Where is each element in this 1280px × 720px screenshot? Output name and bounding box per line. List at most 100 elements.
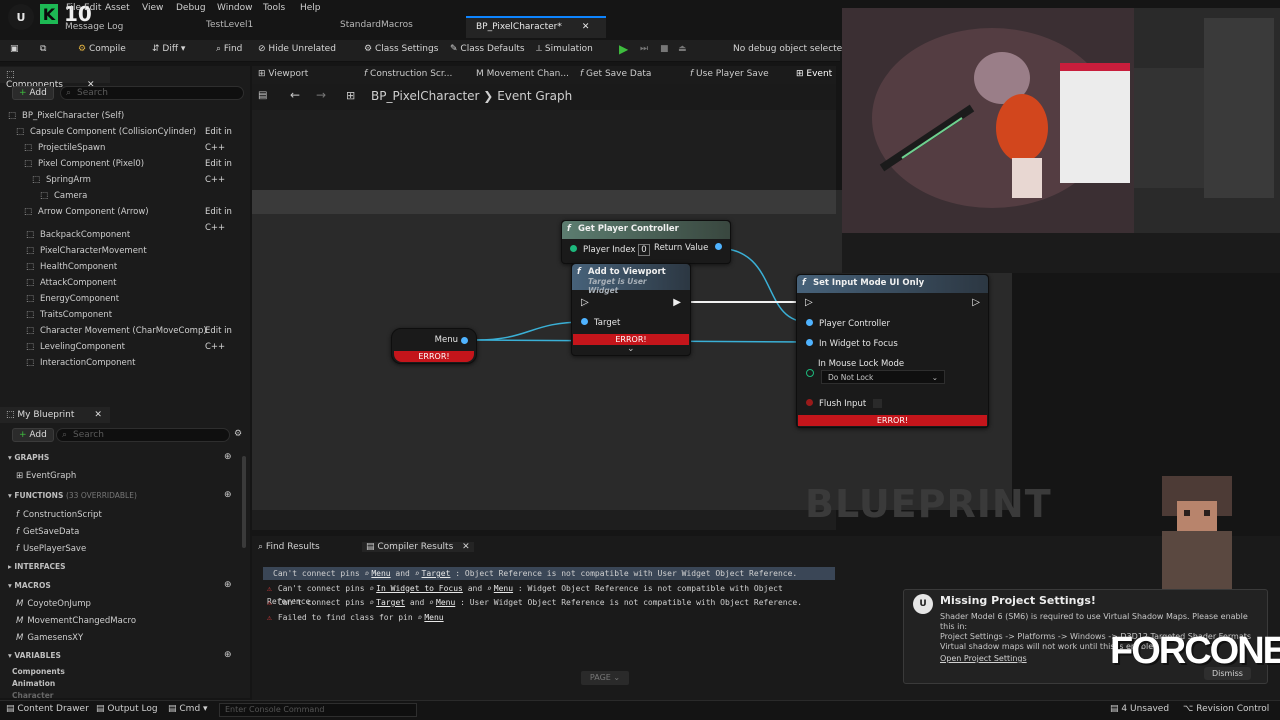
- wire-menu-target: [475, 321, 585, 341]
- set-input-mode-title: Set Input Mode UI Only: [813, 278, 925, 288]
- expand-icon[interactable]: ⌄: [627, 344, 635, 354]
- search-icon: ⌕: [258, 542, 264, 552]
- get-player-controller-node[interactable]: f Get Player Controller Player Index 0 Re…: [561, 220, 731, 264]
- tab-compiler-results[interactable]: ▤ Compiler Results ✕: [362, 542, 474, 552]
- get-player-controller-title: Get Player Controller: [578, 224, 679, 234]
- pin-icon: [806, 319, 813, 326]
- pin-link[interactable]: In Widget to Focus: [376, 584, 463, 593]
- mouse-lock-pin[interactable]: [806, 369, 814, 377]
- player-controller-pin[interactable]: Player Controller: [806, 319, 890, 329]
- pin-link[interactable]: Menu: [494, 584, 513, 593]
- warning-icon: ⚠: [267, 583, 272, 593]
- revision-control-button[interactable]: ⌥ Revision Control: [1183, 704, 1269, 714]
- player-index-label: Player Index: [583, 245, 636, 255]
- add-to-viewport-node[interactable]: f Add to Viewport Target is User Widget ▷ …: [571, 263, 691, 356]
- result-text: and: [405, 598, 430, 607]
- function-icon: f: [567, 224, 571, 234]
- pin-icon: [806, 339, 813, 346]
- node-title: f Set Input Mode UI Only: [797, 275, 988, 293]
- compiler-results-label: Compiler Results: [377, 542, 454, 552]
- exec-out-icon[interactable]: ▶: [673, 297, 681, 308]
- unsaved-button[interactable]: ▤ 4 Unsaved: [1110, 704, 1169, 714]
- flush-input-label: Flush Input: [819, 399, 867, 409]
- search-icon: ⌕: [414, 569, 420, 578]
- player-index-pin[interactable]: Player Index 0: [570, 244, 650, 256]
- log-icon: ▤: [96, 704, 105, 714]
- compiler-result-row[interactable]: Can't connect pins ⌕ Menu and ⌕ Target : O…: [263, 567, 835, 580]
- forcone-logo: FORCONE: [1110, 630, 1280, 672]
- flush-input-pin[interactable]: Flush Input: [806, 399, 882, 409]
- stream-preview: [842, 8, 1134, 233]
- widget-focus-label: In Widget to Focus: [819, 339, 898, 349]
- menu-variable-node[interactable]: Menu ERROR!: [391, 328, 477, 364]
- result-text: Failed to find class for pin: [277, 612, 418, 622]
- open-project-settings-link[interactable]: Open Project Settings: [940, 654, 1027, 663]
- close-icon[interactable]: ✕: [462, 542, 470, 552]
- return-value-label: Return Value: [654, 243, 709, 253]
- pin-icon: [570, 245, 577, 252]
- pin-link[interactable]: Menu: [424, 613, 443, 622]
- node-title: f Get Player Controller: [562, 221, 730, 239]
- target-label: Target: [594, 318, 621, 328]
- flush-input-checkbox[interactable]: [872, 399, 882, 408]
- function-icon: f: [802, 278, 806, 288]
- cmd-select[interactable]: ▤ Cmd ▾: [168, 704, 208, 714]
- compiler-result-row[interactable]: ⚠ Can't connect pins ⌕ In Widget to Focus …: [263, 582, 835, 606]
- pin-icon: [581, 318, 588, 325]
- unsaved-label: 4 Unsaved: [1121, 704, 1170, 714]
- compiler-result-row[interactable]: ⚠ Can't connect pins ⌕ Target and ⌕ Menu : …: [263, 596, 835, 609]
- anime-character-image: [842, 8, 1134, 233]
- toast-line: Shader Model 6 (SM6) is required to use …: [940, 612, 1248, 631]
- output-log-button[interactable]: ▤ Output Log: [96, 704, 158, 714]
- error-badge: ERROR!: [798, 415, 987, 426]
- search-icon: ⌕: [364, 569, 370, 578]
- result-text: : Object Reference is not compatible wit…: [450, 569, 798, 578]
- set-input-mode-node[interactable]: f Set Input Mode UI Only ▷ ▷ Player Contr…: [796, 274, 989, 428]
- result-text: Can't connect pins: [277, 598, 370, 607]
- content-drawer-button[interactable]: ▤ Content Drawer: [6, 704, 89, 714]
- tab-find-results[interactable]: ⌕ Find Results: [258, 542, 320, 552]
- exec-out-icon[interactable]: ▷: [972, 297, 980, 308]
- warning-icon: ⚠: [267, 612, 272, 622]
- search-icon: ⌕: [486, 583, 492, 593]
- widget-focus-pin[interactable]: In Widget to Focus: [806, 339, 898, 349]
- drawer-icon: ▤: [6, 704, 15, 714]
- find-results-label: Find Results: [265, 542, 320, 552]
- pin-icon: [715, 243, 722, 250]
- node-title: f Add to Viewport Target is User Widget: [572, 264, 690, 295]
- compiler-icon: ▤: [366, 542, 375, 552]
- revision-icon: ⌥: [1183, 704, 1194, 714]
- console-input[interactable]: Enter Console Command: [219, 703, 417, 717]
- result-text: and: [462, 583, 487, 593]
- exec-in-icon[interactable]: ▷: [805, 297, 813, 308]
- search-icon: ⌕: [369, 598, 375, 607]
- mouse-lock-select[interactable]: Do Not Lock ⌄: [821, 370, 945, 384]
- target-pin[interactable]: Target: [581, 318, 620, 328]
- page-label: PAGE: [589, 673, 611, 682]
- chevron-down-icon: ⌄: [931, 373, 938, 382]
- pin-link[interactable]: Menu: [436, 598, 455, 607]
- pin-link[interactable]: Target: [422, 569, 451, 578]
- unreal-logo-icon: U: [913, 594, 933, 614]
- taskbar-preview: [842, 233, 1280, 273]
- page-button[interactable]: PAGE ⌄: [581, 671, 629, 685]
- save-icon: ▤: [1110, 704, 1119, 714]
- compiler-result-row[interactable]: ⚠ Failed to find class for pin ⌕ Menu: [263, 611, 835, 624]
- pin-link[interactable]: Target: [376, 598, 405, 607]
- player-controller-label: Player Controller: [819, 319, 890, 329]
- output-log-label: Output Log: [107, 704, 158, 714]
- add-to-viewport-title: Add to Viewport: [588, 267, 666, 277]
- search-icon: ⌕: [417, 612, 423, 622]
- menu-variable-label: Menu: [434, 335, 458, 345]
- result-text: : User Widget Object Reference is not co…: [455, 598, 803, 607]
- return-value-pin[interactable]: Return Value: [654, 243, 722, 253]
- player-index-value[interactable]: 0: [638, 244, 650, 256]
- cmd-icon: ▤: [168, 704, 177, 714]
- menu-output-pin[interactable]: [461, 337, 468, 344]
- warning-icon: ⚠: [267, 598, 272, 607]
- pin-link[interactable]: Menu: [371, 569, 390, 578]
- console-placeholder: Enter Console Command: [225, 705, 325, 714]
- cmd-label: Cmd: [179, 704, 201, 714]
- toast-title: Missing Project Settings!: [940, 594, 1096, 607]
- search-icon: ⌕: [369, 583, 375, 593]
